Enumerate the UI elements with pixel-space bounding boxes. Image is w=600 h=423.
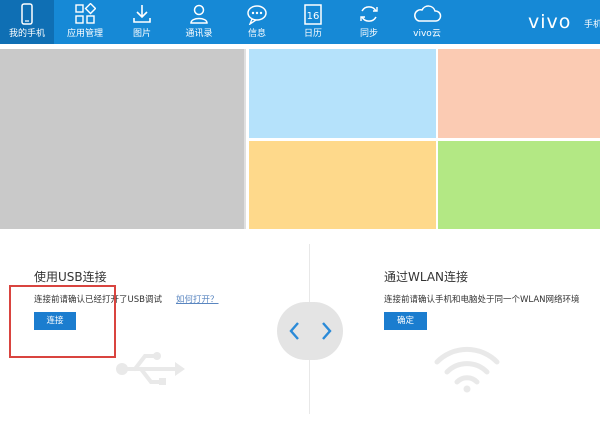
highlight-annotation-box [9, 285, 116, 358]
tab-label: 信息 [247, 29, 266, 39]
wlan-connect-title: 通过WLAN连接 [384, 270, 469, 284]
vivo-logo-text: vivo [528, 11, 572, 33]
cloud-icon [412, 3, 442, 25]
prev-button[interactable] [277, 302, 310, 360]
brand-logo: vivo 手机 [526, 0, 600, 44]
chevron-left-icon [288, 322, 299, 340]
tab-label: 我的手机 [8, 29, 45, 39]
usb-connect-title: 使用USB连接 [34, 270, 107, 284]
contacts-icon [188, 3, 210, 25]
download-icon [131, 3, 153, 25]
banner-tile-green[interactable] [438, 141, 600, 229]
tab-contacts[interactable]: 通讯录 [174, 0, 224, 44]
tab-vivo-cloud[interactable]: vivo云 [402, 0, 452, 44]
calendar-badge: 16 [307, 11, 320, 22]
calendar-icon: 16 [302, 3, 324, 25]
next-button[interactable] [310, 302, 343, 360]
tab-pictures[interactable]: 图片 [118, 0, 166, 44]
banner-tile-peach[interactable] [438, 49, 600, 138]
banner-tile-blue[interactable] [249, 49, 436, 138]
tab-calendar[interactable]: 16 日历 [290, 0, 336, 44]
tab-label: 图片 [132, 29, 151, 39]
tab-my-phone[interactable]: 我的手机 [0, 0, 54, 44]
wlan-confirm-button[interactable]: 确定 [384, 312, 427, 330]
vivo-logo-suffix: 手机 [584, 20, 600, 30]
chevron-right-icon [321, 322, 332, 340]
wifi-icon [434, 346, 500, 393]
tab-label: vivo云 [413, 29, 441, 39]
banner-tile-gray[interactable] [0, 49, 246, 229]
usb-icon [116, 352, 185, 385]
how-to-enable-link[interactable]: 如何打开？ [176, 293, 219, 305]
apps-icon [74, 3, 96, 25]
carousel-nav [277, 302, 343, 360]
tab-sync[interactable]: 同步 [346, 0, 392, 44]
tab-label: 同步 [359, 29, 378, 39]
tab-messages[interactable]: 信息 [234, 0, 280, 44]
top-toolbar: 我的手机 应用管理 图片 通讯录 信息 16 日历 同步 vivo云 vivo … [0, 0, 600, 44]
tab-app-management[interactable]: 应用管理 [58, 0, 112, 44]
banner-tile-orange[interactable] [249, 141, 436, 229]
phone-icon [16, 3, 38, 25]
tab-label: 通讯录 [185, 29, 213, 39]
sync-icon [358, 3, 380, 25]
wlan-connect-description: 连接前请确认手机和电脑处于同一个WLAN网络环境 [384, 295, 580, 305]
message-icon [246, 3, 268, 25]
tab-label: 应用管理 [66, 29, 103, 39]
tab-label: 日历 [303, 29, 322, 39]
